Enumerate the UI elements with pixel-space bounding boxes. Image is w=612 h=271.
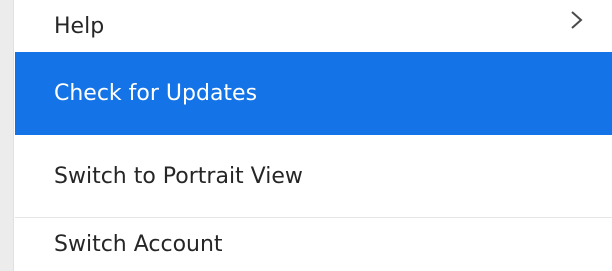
menu-item-label: Check for Updates xyxy=(54,81,258,106)
menu-item-help[interactable]: Help xyxy=(15,0,612,52)
menu-item-label: Help xyxy=(54,13,105,39)
chevron-right-icon xyxy=(571,11,583,29)
menu-item-label: Switch Account xyxy=(54,232,223,257)
menu-item-switch-account[interactable]: Switch Account xyxy=(15,218,612,271)
menu-item-switch-to-portrait-view[interactable]: Switch to Portrait View xyxy=(15,135,612,218)
menu-item-label: Switch to Portrait View xyxy=(54,164,303,189)
app-menu: Help Check for Updates Switch to Portrai… xyxy=(0,0,612,271)
menu-left-border xyxy=(0,0,14,271)
menu-item-check-for-updates[interactable]: Check for Updates xyxy=(15,52,612,135)
